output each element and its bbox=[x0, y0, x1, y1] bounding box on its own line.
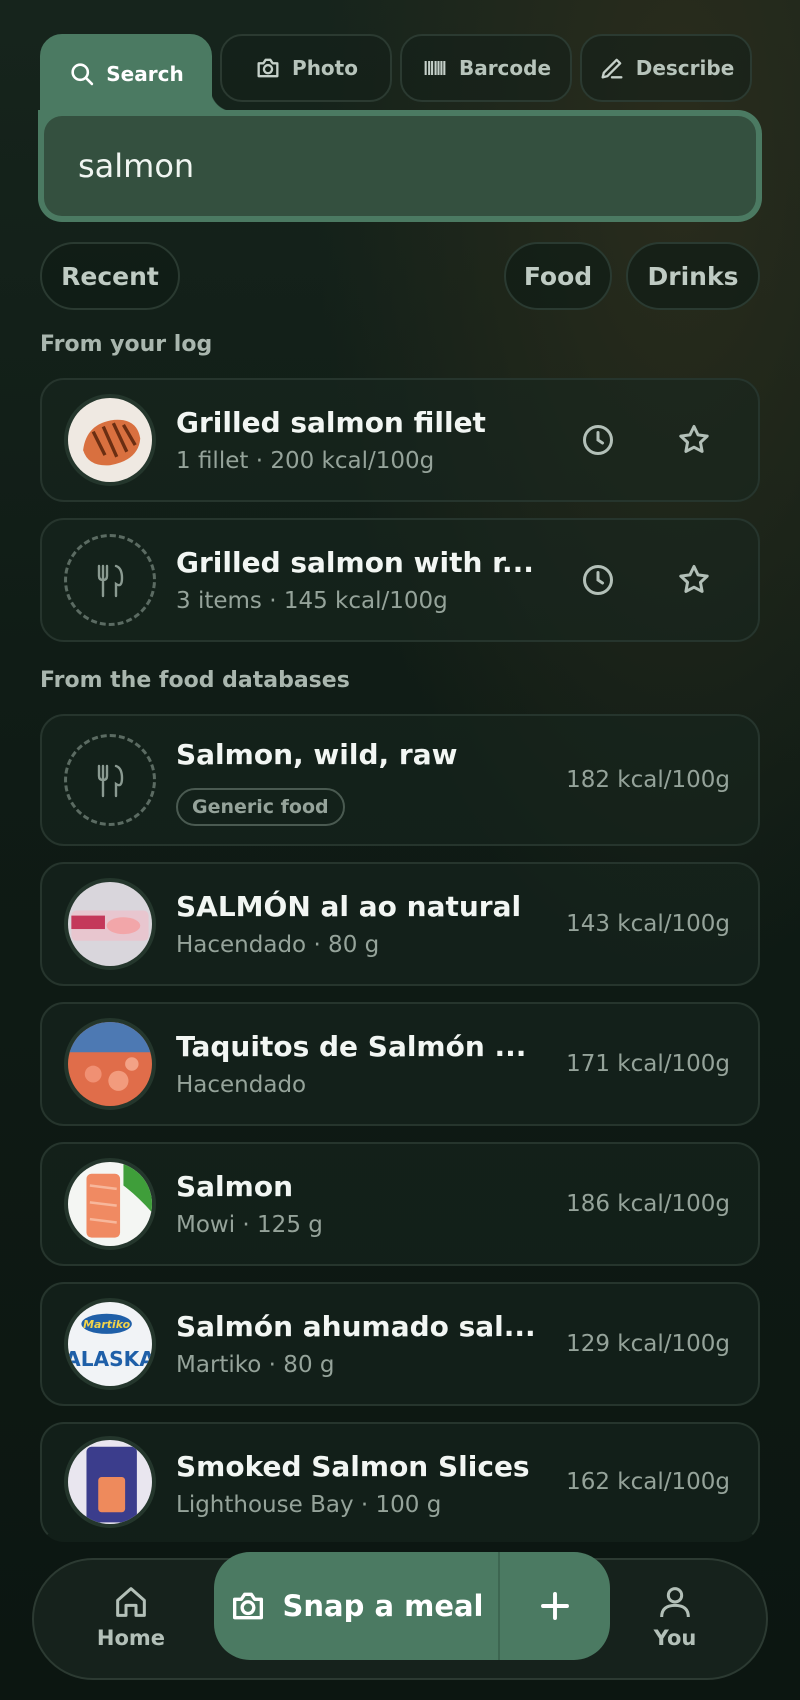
star-icon bbox=[679, 565, 709, 593]
input-mode-tabs: Search Photo Barcode Describe bbox=[40, 34, 752, 114]
item-title: Salmón ahumado sal... bbox=[176, 1310, 536, 1343]
barcode-icon bbox=[424, 61, 446, 75]
log-item[interactable]: Grilled salmon fillet 1 fillet · 200 kca… bbox=[40, 378, 760, 502]
item-title: Smoked Salmon Slices bbox=[176, 1450, 530, 1483]
tab-photo-label: Photo bbox=[292, 56, 358, 80]
log-item[interactable]: Grilled salmon with r... 3 items · 145 k… bbox=[40, 518, 760, 642]
search-icon bbox=[71, 63, 94, 86]
item-subtitle: Hacendado · 80 g bbox=[176, 932, 380, 958]
db-item[interactable]: Taquitos de Salmón ... Hacendado 171 kca… bbox=[40, 1002, 760, 1126]
add-entry-button[interactable] bbox=[500, 1552, 610, 1660]
nav-home-label: Home bbox=[96, 1626, 166, 1650]
item-subtitle: Mowi · 125 g bbox=[176, 1212, 323, 1238]
tab-photo[interactable]: Photo bbox=[220, 34, 392, 102]
snap-meal-button[interactable]: Snap a meal bbox=[214, 1552, 500, 1660]
item-kcal: 129 kcal/100g bbox=[566, 1331, 730, 1357]
item-subtitle: 3 items · 145 kcal/100g bbox=[176, 588, 448, 614]
home-icon bbox=[116, 1587, 146, 1617]
clock-icon bbox=[583, 425, 613, 455]
generic-food-badge: Generic food bbox=[176, 788, 345, 826]
db-item[interactable]: Martiko ALASKA Salmón ahumado sal... Mar… bbox=[40, 1282, 760, 1406]
recent-button[interactable] bbox=[578, 420, 618, 460]
camera-icon bbox=[257, 58, 279, 78]
alaska-logo-text: ALASKA bbox=[68, 1347, 152, 1371]
plus-icon bbox=[541, 1592, 569, 1620]
clock-icon bbox=[583, 565, 613, 595]
nav-you-label: You bbox=[653, 1626, 697, 1650]
salmon-pack-image bbox=[68, 1022, 152, 1106]
tab-barcode[interactable]: Barcode bbox=[400, 34, 572, 102]
food-thumbnail bbox=[64, 394, 156, 486]
tab-barcode-label: Barcode bbox=[458, 56, 552, 80]
favorite-button[interactable] bbox=[674, 560, 714, 600]
favorite-button[interactable] bbox=[674, 420, 714, 460]
filter-recent[interactable]: Recent bbox=[40, 242, 180, 310]
item-kcal: 182 kcal/100g bbox=[566, 767, 730, 793]
db-item[interactable]: Salmon, wild, raw Generic food 182 kcal/… bbox=[40, 714, 760, 846]
nav-you[interactable]: You bbox=[620, 1582, 730, 1650]
grilled-salmon-image bbox=[68, 398, 152, 482]
salmon-can-image bbox=[68, 882, 152, 966]
item-title: SALMÓN al ao natural bbox=[176, 890, 522, 923]
snap-meal-control: Snap a meal bbox=[214, 1552, 610, 1660]
food-thumbnail bbox=[64, 1158, 156, 1250]
item-title: Grilled salmon with r... bbox=[176, 546, 534, 579]
item-subtitle: Hacendado bbox=[176, 1072, 307, 1098]
food-thumbnail bbox=[64, 1018, 156, 1110]
item-kcal: 171 kcal/100g bbox=[566, 1051, 730, 1077]
item-kcal: 143 kcal/100g bbox=[566, 911, 730, 937]
section-title-log: From your log bbox=[40, 332, 213, 357]
tab-describe-label: Describe bbox=[635, 56, 735, 80]
person-icon bbox=[660, 1587, 690, 1618]
item-kcal: 162 kcal/100g bbox=[566, 1469, 730, 1495]
search-box bbox=[44, 116, 756, 216]
food-placeholder bbox=[64, 734, 156, 826]
snap-meal-label: Snap a meal bbox=[282, 1589, 484, 1623]
martiko-alaska-image: Martiko ALASKA bbox=[68, 1302, 152, 1386]
item-title: Taquitos de Salmón ... bbox=[176, 1030, 527, 1063]
filter-drinks[interactable]: Drinks bbox=[626, 242, 760, 310]
db-item[interactable]: SALMÓN al ao natural Hacendado · 80 g 14… bbox=[40, 862, 760, 986]
item-kcal: 186 kcal/100g bbox=[566, 1191, 730, 1217]
item-subtitle: 1 fillet · 200 kcal/100g bbox=[176, 448, 435, 474]
filter-food[interactable]: Food bbox=[504, 242, 612, 310]
db-item[interactable]: Salmon Mowi · 125 g 186 kcal/100g bbox=[40, 1142, 760, 1266]
food-thumbnail bbox=[64, 878, 156, 970]
food-thumbnail: Martiko ALASKA bbox=[64, 1298, 156, 1390]
recent-button[interactable] bbox=[578, 560, 618, 600]
item-title: Salmon, wild, raw bbox=[176, 738, 458, 771]
star-icon bbox=[679, 425, 709, 453]
tab-search-label: Search bbox=[106, 62, 184, 86]
db-item[interactable]: Smoked Salmon Slices Lighthouse Bay · 10… bbox=[40, 1422, 760, 1542]
martiko-logo-text: Martiko bbox=[83, 1318, 130, 1331]
nav-home[interactable]: Home bbox=[76, 1582, 186, 1650]
fork-knife-icon bbox=[97, 564, 124, 598]
fork-knife-icon bbox=[97, 764, 124, 798]
camera-icon bbox=[233, 1592, 264, 1620]
salmon-fillet-pack-image bbox=[68, 1162, 152, 1246]
section-title-databases: From the food databases bbox=[40, 668, 350, 693]
item-subtitle: Lighthouse Bay · 100 g bbox=[176, 1492, 442, 1518]
item-title: Salmon bbox=[176, 1170, 294, 1203]
item-title: Grilled salmon fillet bbox=[176, 406, 486, 439]
smoked-salmon-image bbox=[68, 1440, 152, 1524]
item-subtitle: Martiko · 80 g bbox=[176, 1352, 335, 1378]
search-field-frame bbox=[38, 110, 762, 222]
food-placeholder bbox=[64, 534, 156, 626]
tab-search[interactable]: Search bbox=[40, 34, 234, 114]
pencil-icon bbox=[601, 58, 623, 79]
search-input[interactable] bbox=[78, 147, 756, 185]
tab-describe[interactable]: Describe bbox=[580, 34, 752, 102]
food-thumbnail bbox=[64, 1436, 156, 1528]
